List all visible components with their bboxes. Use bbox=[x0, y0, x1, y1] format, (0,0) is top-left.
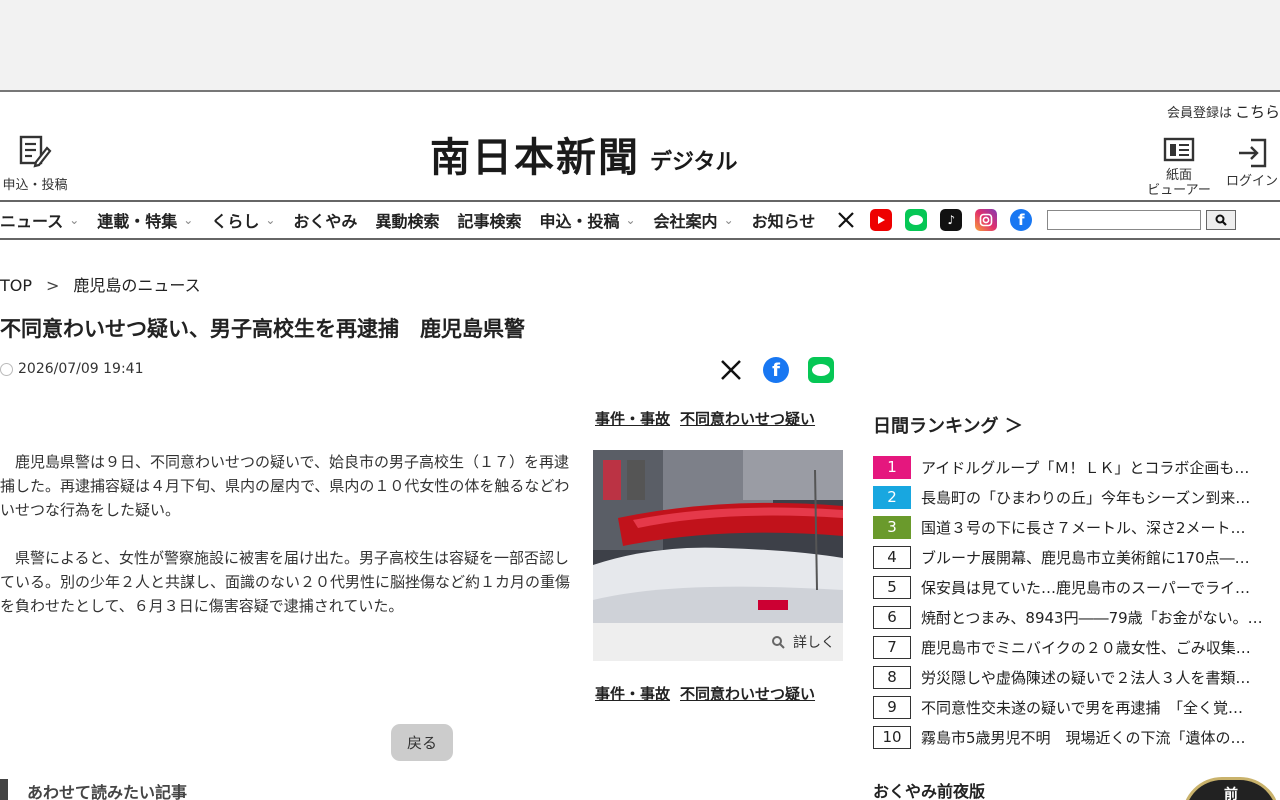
article-tags-bottom: 事件・事故 不同意わいせつ疑い bbox=[595, 683, 825, 704]
site-logo[interactable]: 南日本新聞 デジタル bbox=[430, 134, 738, 182]
tag-link[interactable]: 不同意わいせつ疑い bbox=[680, 683, 815, 704]
ranking-title: 鹿児島市でミニバイクの２０歳女性、ごみ収集… bbox=[921, 638, 1251, 657]
register-link[interactable]: こちら bbox=[1235, 103, 1280, 121]
main-nav: ニュース ⌄ 連載・特集 ⌄ くらし ⌄ おくやみ 異動検索 記事検索 申込・投稿 ⌄ … bbox=[0, 200, 1280, 240]
apply-post-button[interactable]: 申込・投稿 bbox=[0, 134, 70, 193]
chevron-down-icon: ⌄ bbox=[265, 213, 276, 227]
ranking-number: 2 bbox=[873, 485, 911, 509]
x-icon bbox=[721, 360, 741, 380]
related-articles-heading: あわせて読みたい記事 bbox=[0, 779, 187, 800]
ranking-number: 5 bbox=[873, 575, 911, 599]
obituary-heading[interactable]: おくやみ前夜版 bbox=[873, 778, 985, 800]
chevron-down-icon: ⌄ bbox=[183, 213, 194, 227]
nav-living[interactable]: くらし ⌄ bbox=[211, 208, 275, 232]
ranking-title: 労災隠しや虚偽陳述の疑いで２法人３人を書類… bbox=[921, 668, 1251, 687]
nav-apply[interactable]: 申込・投稿 ⌄ bbox=[539, 208, 635, 232]
nav-personnel-search[interactable]: 異動検索 bbox=[375, 208, 439, 232]
share-facebook-button[interactable]: f bbox=[763, 357, 789, 383]
ranking-item[interactable]: 8 労災隠しや虚偽陳述の疑いで２法人３人を書類… bbox=[873, 662, 1280, 692]
chevron-down-icon: ⌄ bbox=[625, 213, 636, 227]
article-body: 鹿児島県警は９日、不同意わいせつの疑いで、姶良市の男子高校生（１７）を再逮捕した… bbox=[0, 450, 578, 642]
ranking-title: アイドルグループ「Ｍ！ＬＫ」とコラボ企画も… bbox=[921, 458, 1250, 477]
logo-text: 南日本新聞 bbox=[430, 134, 640, 181]
zoom-icon bbox=[772, 636, 785, 649]
ranking-title: 霧島市5歳男児不明 現場近くの下流「遺体の… bbox=[921, 728, 1246, 747]
paper-viewer-button[interactable]: 紙面 ビューアー bbox=[1142, 136, 1216, 198]
newspaper-icon bbox=[1163, 137, 1195, 162]
article-paragraph: 県警によると、女性が警察施設に被害を届け出た。男子高校生は容疑を一部否認している… bbox=[0, 549, 571, 615]
ranking-title: 国道３号の下に長さ７メートル、深さ2メート… bbox=[921, 518, 1246, 537]
ranking-title: 焼酎とつまみ、8943円――79歳「お金がない。… bbox=[921, 608, 1263, 627]
breadcrumb-current[interactable]: 鹿児島のニュース bbox=[73, 276, 200, 295]
search-input[interactable] bbox=[1047, 210, 1202, 230]
ranking-number: 1 bbox=[873, 455, 911, 479]
login-icon bbox=[1239, 138, 1267, 168]
ranking-item[interactable]: 3 国道３号の下に長さ７メートル、深さ2メート… bbox=[873, 512, 1280, 542]
ranking-item[interactable]: 9 不同意性交未遂の疑いで男を再逮捕 「全く覚… bbox=[873, 692, 1280, 722]
article-tags-top: 事件・事故 不同意わいせつ疑い bbox=[595, 408, 825, 429]
share-buttons: f bbox=[718, 357, 853, 383]
logo-subtext: デジタル bbox=[650, 150, 738, 175]
chevron-down-icon: ⌄ bbox=[69, 213, 80, 227]
tag-link[interactable]: 不同意わいせつ疑い bbox=[680, 408, 815, 429]
ranking-item[interactable]: 7 鹿児島市でミニバイクの２０歳女性、ごみ収集… bbox=[873, 632, 1280, 662]
top-ad-banner bbox=[0, 0, 1280, 92]
tag-link[interactable]: 事件・事故 bbox=[595, 408, 670, 429]
tiktok-icon[interactable]: ♪ bbox=[940, 209, 963, 231]
nav-article-search[interactable]: 記事検索 bbox=[457, 208, 521, 232]
nav-obituary[interactable]: おくやみ bbox=[293, 208, 357, 232]
nav-news[interactable]: ニュース ⌄ bbox=[0, 208, 79, 232]
ranking-item[interactable]: 2 長島町の「ひまわりの丘」今年もシーズン到来… bbox=[873, 482, 1280, 512]
ranking-number: 3 bbox=[873, 515, 911, 539]
ranking-title: 保安員は見ていた…鹿児島市のスーパーでライ… bbox=[921, 578, 1250, 597]
breadcrumb: TOP > 鹿児島のニュース bbox=[0, 276, 201, 295]
ranking-number: 10 bbox=[873, 725, 911, 749]
article-photo[interactable]: 詳しく bbox=[593, 450, 843, 661]
nav-series[interactable]: 連載・特集 ⌄ bbox=[97, 208, 193, 232]
instagram-icon[interactable] bbox=[975, 209, 998, 231]
ranking-item[interactable]: 4 ブルーナ展開幕、鹿児島市立美術館に170点―… bbox=[873, 542, 1280, 572]
youtube-icon[interactable] bbox=[870, 209, 893, 231]
member-register: 会員登録は こちら bbox=[1166, 103, 1280, 121]
ranking-number: 8 bbox=[873, 665, 911, 689]
ranking-item[interactable]: 10 霧島市5歳男児不明 現場近くの下流「遺体の… bbox=[873, 722, 1280, 752]
clock-icon bbox=[0, 362, 13, 376]
chevron-down-icon: ⌄ bbox=[723, 213, 734, 227]
ranking-item[interactable]: 5 保安員は見ていた…鹿児島市のスーパーでライ… bbox=[873, 572, 1280, 602]
obituary-badge[interactable]: 前 bbox=[1182, 777, 1280, 800]
share-line-button[interactable] bbox=[808, 357, 834, 383]
search-icon bbox=[1215, 214, 1228, 226]
nav-company[interactable]: 会社案内 ⌄ bbox=[654, 208, 734, 232]
line-icon bbox=[812, 364, 830, 376]
nav-notices[interactable]: お知らせ bbox=[752, 208, 816, 232]
ranking-heading[interactable]: 日間ランキング ＞ bbox=[873, 412, 1023, 438]
ranking-number: 7 bbox=[873, 635, 911, 659]
document-edit-icon bbox=[19, 135, 52, 168]
article-title: 不同意わいせつ疑い、男子高校生を再逮捕 鹿児島県警 bbox=[0, 317, 525, 341]
ranking-list: 1 アイドルグループ「Ｍ！ＬＫ」とコラボ企画も… 2 長島町の「ひまわりの丘」今年もシ… bbox=[873, 452, 1280, 752]
breadcrumb-top[interactable]: TOP bbox=[0, 276, 32, 295]
share-x-button[interactable] bbox=[718, 357, 744, 383]
ranking-number: 9 bbox=[873, 695, 911, 719]
photo-caption[interactable]: 詳しく bbox=[593, 623, 843, 661]
line-icon[interactable] bbox=[905, 209, 928, 231]
facebook-icon[interactable]: f bbox=[1010, 209, 1033, 231]
ranking-number: 6 bbox=[873, 605, 911, 629]
ranking-title: 不同意性交未遂の疑いで男を再逮捕 「全く覚… bbox=[921, 698, 1244, 717]
patrol-car-image bbox=[593, 450, 843, 623]
article-date: 2026/07/09 19:41 bbox=[0, 361, 144, 377]
sns-links: ♪ f bbox=[835, 209, 1045, 231]
ranking-item[interactable]: 1 アイドルグループ「Ｍ！ＬＫ」とコラボ企画も… bbox=[873, 452, 1280, 482]
search-button[interactable] bbox=[1206, 210, 1237, 230]
back-button[interactable]: 戻る bbox=[391, 724, 453, 761]
ranking-number: 4 bbox=[873, 545, 911, 569]
ranking-title: 長島町の「ひまわりの丘」今年もシーズン到来… bbox=[921, 488, 1251, 507]
ranking-title: ブルーナ展開幕、鹿児島市立美術館に170点―… bbox=[921, 548, 1250, 567]
tag-link[interactable]: 事件・事故 bbox=[595, 683, 670, 704]
apply-label: 申込・投稿 bbox=[2, 178, 68, 193]
article-paragraph: 鹿児島県警は９日、不同意わいせつの疑いで、姶良市の男子高校生（１７）を再逮捕した… bbox=[0, 453, 570, 519]
x-icon[interactable] bbox=[835, 209, 857, 231]
ranking-item[interactable]: 6 焼酎とつまみ、8943円――79歳「お金がない。… bbox=[873, 602, 1280, 632]
login-button[interactable]: ログイン bbox=[1222, 136, 1280, 189]
